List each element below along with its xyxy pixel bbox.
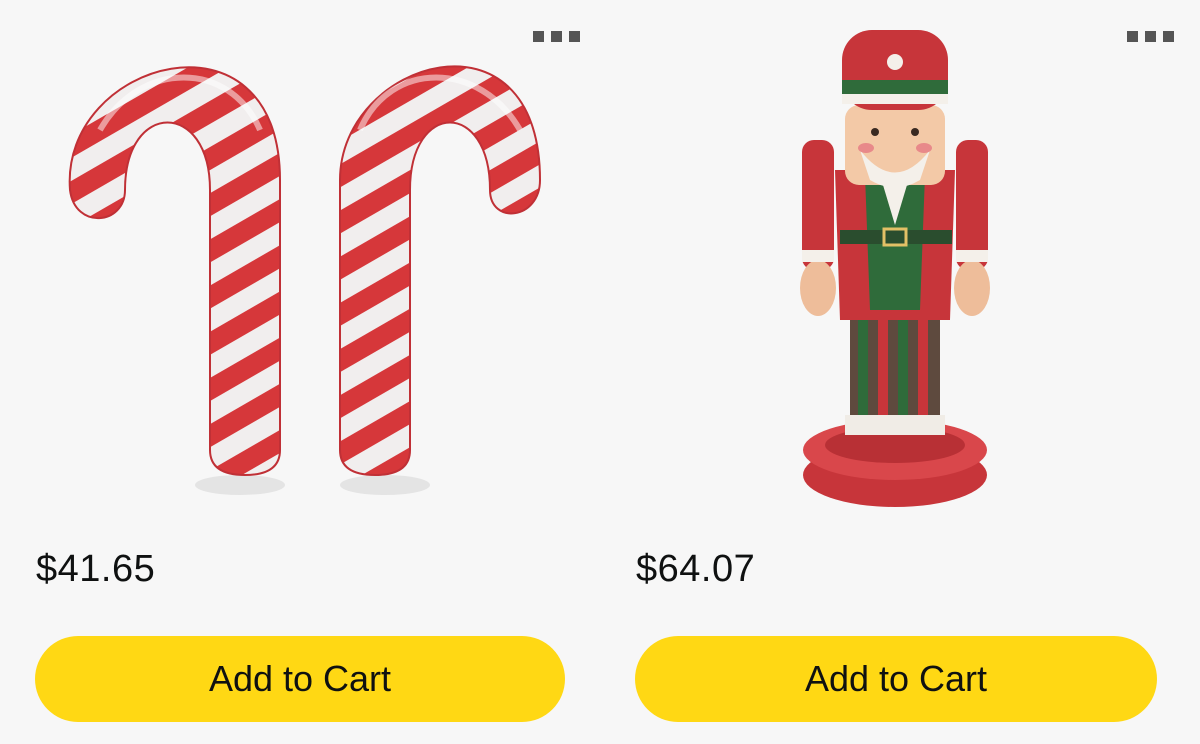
product-image-nutcracker[interactable] (780, 20, 1010, 520)
product-price: $41.65 (36, 548, 156, 590)
add-to-cart-button[interactable]: Add to Cart (635, 636, 1157, 722)
product-card-nutcracker[interactable]: $64.07 Add to Cart (600, 0, 1200, 744)
dot (1144, 30, 1156, 42)
dot (1162, 30, 1174, 42)
product-price: $64.07 (636, 548, 756, 590)
dot (568, 30, 580, 42)
more-options-icon[interactable] (1124, 28, 1176, 44)
product-card-candy-canes[interactable]: $41.65 Add to Cart (0, 0, 600, 744)
add-to-cart-button[interactable]: Add to Cart (35, 636, 565, 722)
product-image-candy-canes[interactable] (30, 20, 570, 520)
dot (1126, 30, 1138, 42)
